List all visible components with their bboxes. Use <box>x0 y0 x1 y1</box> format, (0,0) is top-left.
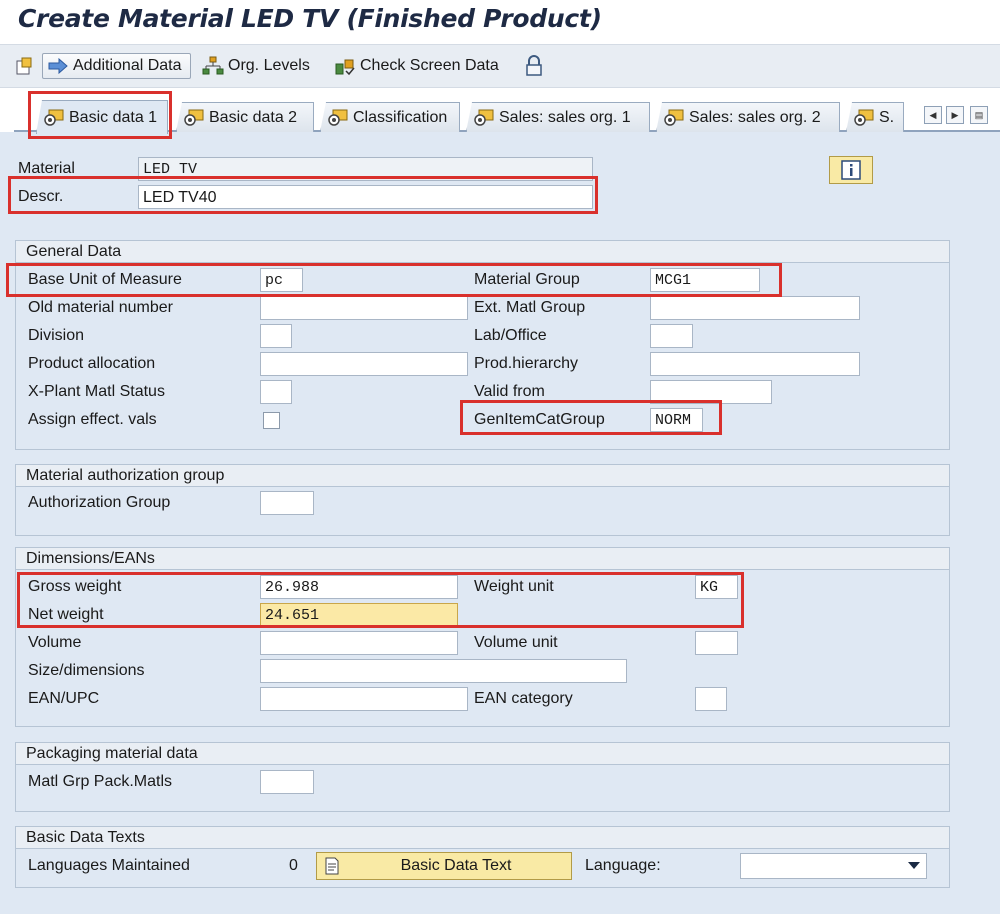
tab-basic-data-2[interactable]: Basic data 2 <box>176 102 314 132</box>
size-dimensions-label: Size/dimensions <box>28 662 145 679</box>
tab-status-icon <box>854 109 874 126</box>
authorization-group-input[interactable] <box>260 491 314 515</box>
group-title: Basic Data Texts <box>16 827 949 849</box>
other-material-icon[interactable] <box>14 53 38 79</box>
ean-upc-input[interactable] <box>260 687 468 711</box>
group-title: Dimensions/EANs <box>16 548 949 570</box>
text-document-icon <box>325 857 339 875</box>
tab-list-icon[interactable]: ▤ <box>970 106 988 124</box>
org-hierarchy-icon <box>202 56 224 75</box>
matl-grp-pack-label: Matl Grp Pack.Matls <box>28 773 173 790</box>
ext-matl-group-label: Ext. Matl Group <box>474 299 586 316</box>
lock-icon[interactable] <box>524 53 548 79</box>
ean-category-label: EAN category <box>474 690 573 707</box>
tab-status-icon <box>328 109 348 126</box>
xplant-status-input[interactable] <box>260 380 292 404</box>
group-title: Material authorization group <box>16 465 949 487</box>
prod-hierarchy-label: Prod.hierarchy <box>474 355 579 372</box>
old-material-number-input[interactable] <box>260 296 468 320</box>
basic-data-text-button[interactable]: Basic Data Text <box>316 852 572 880</box>
tab-label: Basic data 1 <box>69 108 158 126</box>
annotation-box-description <box>8 176 598 214</box>
tab-label: Basic data 2 <box>209 108 298 126</box>
volume-unit-label: Volume unit <box>474 634 558 651</box>
authorization-group-label: Authorization Group <box>28 494 171 511</box>
ean-category-input[interactable] <box>695 687 727 711</box>
volume-label: Volume <box>28 634 82 651</box>
tab-status-icon <box>184 109 204 126</box>
tab-sales-more[interactable]: S. <box>846 102 904 132</box>
volume-unit-input[interactable] <box>695 631 738 655</box>
chevron-down-icon <box>908 862 920 869</box>
product-allocation-label: Product allocation <box>28 355 156 372</box>
check-screen-data-label: Check Screen Data <box>360 57 499 74</box>
tab-status-icon <box>474 109 494 126</box>
tab-status-icon <box>44 109 64 126</box>
assign-effect-checkbox[interactable] <box>263 412 280 429</box>
volume-input[interactable] <box>260 631 458 655</box>
additional-data-label: Additional Data <box>73 57 182 74</box>
language-label: Language: <box>585 857 661 874</box>
tab-label: Classification <box>353 108 448 126</box>
tab-scroll-right-icon[interactable]: ▶ <box>946 106 964 124</box>
window-title: Create Material LED TV (Finished Product… <box>18 4 602 33</box>
tab-label: S. <box>879 108 895 126</box>
basic-data-text-label: Basic Data Text <box>400 857 512 874</box>
group-title: Packaging material data <box>16 743 949 765</box>
prod-hierarchy-input[interactable] <box>650 352 860 376</box>
annotation-box-weights <box>17 572 744 628</box>
xplant-status-label: X-Plant Matl Status <box>28 383 165 400</box>
assign-effect-label: Assign effect. vals <box>28 411 157 428</box>
tab-label: Sales: sales org. 2 <box>689 108 821 126</box>
product-allocation-input[interactable] <box>260 352 468 376</box>
tab-sales-org-2[interactable]: Sales: sales org. 2 <box>656 102 840 132</box>
ean-upc-label: EAN/UPC <box>28 690 100 707</box>
language-select[interactable] <box>740 853 927 879</box>
tab-status-icon <box>664 109 684 126</box>
additional-data-button[interactable]: Additional Data <box>42 53 191 79</box>
ext-matl-group-input[interactable] <box>650 296 860 320</box>
info-icon[interactable] <box>829 156 873 184</box>
application-toolbar: Additional Data Org. Levels Check Screen… <box>0 44 1000 88</box>
languages-count: 0 <box>289 857 298 874</box>
org-levels-button[interactable]: Org. Levels <box>202 53 310 79</box>
tab-basic-data-1[interactable]: Basic data 1 <box>36 100 168 134</box>
division-label: Division <box>28 327 85 344</box>
tab-label: Sales: sales org. 1 <box>499 108 631 126</box>
matl-grp-pack-input[interactable] <box>260 770 314 794</box>
languages-maintained-label: Languages Maintained <box>28 857 190 874</box>
arrow-right-icon <box>48 58 68 74</box>
annotation-box-item-cat <box>460 400 722 435</box>
valid-from-label: Valid from <box>474 383 545 400</box>
check-data-icon <box>335 59 355 76</box>
lab-office-input[interactable] <box>650 324 693 348</box>
tab-classification[interactable]: Classification <box>320 102 460 132</box>
check-screen-data-button[interactable]: Check Screen Data <box>334 53 499 79</box>
group-title: General Data <box>16 241 949 263</box>
size-dimensions-input[interactable] <box>260 659 627 683</box>
tab-sales-org-1[interactable]: Sales: sales org. 1 <box>466 102 650 132</box>
annotation-box-uom-group <box>6 263 782 297</box>
tab-scroll-left-icon[interactable]: ◀ <box>924 106 942 124</box>
old-material-number-label: Old material number <box>28 299 173 316</box>
org-levels-label: Org. Levels <box>228 57 310 74</box>
lab-office-label: Lab/Office <box>474 327 547 344</box>
division-input[interactable] <box>260 324 292 348</box>
